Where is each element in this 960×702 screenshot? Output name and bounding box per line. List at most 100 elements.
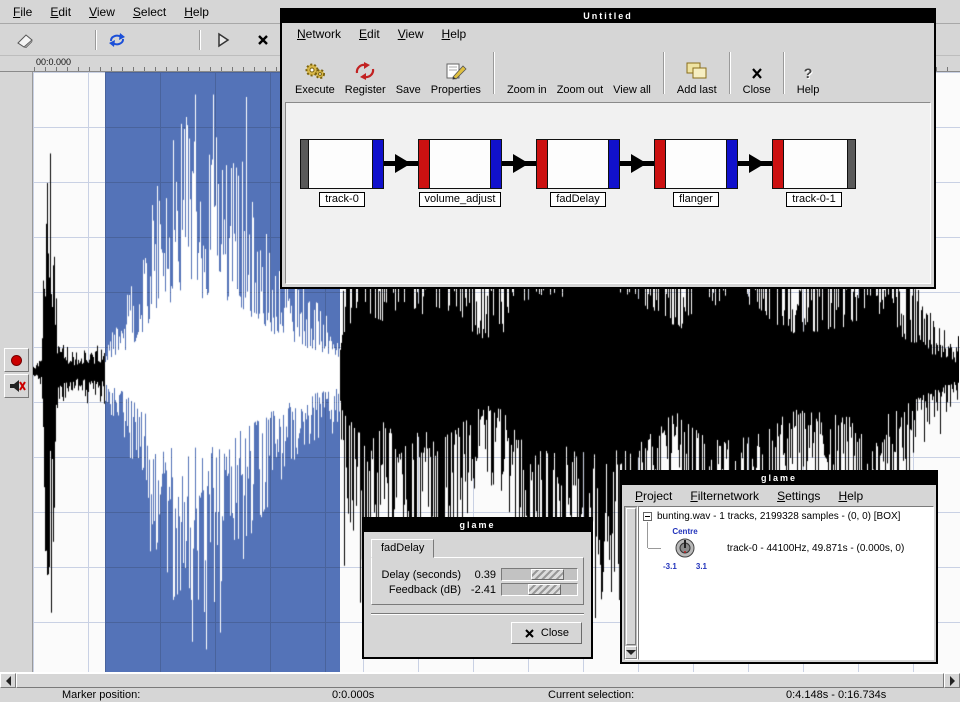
menu-network[interactable]: Network: [288, 24, 350, 44]
collapse-icon[interactable]: [643, 512, 652, 521]
zoom-in-button[interactable]: Zoom in: [507, 84, 547, 96]
marker-position-label: Marker position:: [62, 688, 140, 702]
feedback-label: Feedback (dB): [377, 584, 461, 596]
param-row-delay: Delay (seconds) 0.39: [377, 568, 578, 581]
node-body: [665, 140, 727, 188]
filter-node-label: track-0-1: [786, 192, 841, 207]
window-titlebar[interactable]: Untitled: [282, 10, 934, 23]
tree-line: [647, 522, 648, 548]
register-button[interactable]: Register: [345, 61, 386, 96]
filter-node[interactable]: track-0-1: [772, 139, 856, 207]
connection-arrow: [738, 139, 772, 189]
filter-node-label: track-0: [319, 192, 365, 207]
network-menubar: Network Edit View Help: [282, 23, 934, 44]
close-button[interactable]: Close: [511, 622, 582, 644]
menu-help[interactable]: Help: [433, 24, 476, 44]
glame-menubar: Project Filternetwork Settings Help: [622, 485, 936, 506]
feedback-slider[interactable]: [501, 583, 578, 596]
pencil-icon: [444, 61, 468, 81]
dialog-actions: Close: [371, 622, 584, 644]
menu-filternetwork[interactable]: Filternetwork: [681, 486, 768, 506]
menu-help[interactable]: Help: [175, 2, 218, 22]
slider-thumb[interactable]: [531, 569, 564, 580]
help-button[interactable]: ? Help: [797, 61, 820, 96]
play-icon[interactable]: [210, 27, 236, 52]
node-body: [429, 140, 491, 188]
menu-help[interactable]: Help: [829, 486, 872, 506]
connection-arrow: [384, 139, 418, 189]
horizontal-scrollbar: [0, 672, 960, 688]
menu-settings[interactable]: Settings: [768, 486, 829, 506]
toolbar-separator: [783, 52, 785, 94]
node-body: [547, 140, 609, 188]
node-body: [783, 140, 848, 188]
filter-node[interactable]: fadDelay: [536, 139, 620, 207]
refresh-icon[interactable]: [104, 27, 130, 52]
input-port: [537, 140, 547, 188]
view-all-button[interactable]: View all: [613, 84, 651, 96]
filter-node-label: volume_adjust: [419, 192, 502, 207]
knob-icon[interactable]: [674, 537, 696, 559]
menu-edit[interactable]: Edit: [350, 24, 389, 44]
filter-node[interactable]: volume_adjust: [418, 139, 502, 207]
project-tree-area: bunting.wav - 1 tracks, 2199328 samples …: [624, 506, 934, 660]
mute-button[interactable]: [4, 374, 29, 398]
close-icon: [750, 61, 764, 81]
gears-icon: [303, 61, 327, 81]
window-titlebar[interactable]: glame: [622, 472, 936, 485]
knob-label: Centre: [661, 527, 709, 537]
vertical-scrollbar: [624, 506, 638, 660]
toolbar-separator: [95, 30, 97, 50]
menu-view[interactable]: View: [389, 24, 433, 44]
window-titlebar[interactable]: glame: [364, 519, 591, 532]
scrollbar-thumb[interactable]: [16, 673, 944, 688]
slider-thumb[interactable]: [528, 584, 561, 595]
dialog-body: fadDelay Delay (seconds) 0.39 Feedback (…: [364, 532, 591, 657]
menu-edit[interactable]: Edit: [41, 2, 80, 22]
eraser-icon[interactable]: [12, 27, 38, 52]
execute-button[interactable]: Execute: [295, 61, 335, 96]
menu-file[interactable]: File: [4, 2, 41, 22]
filter-node-label: fadDelay: [550, 192, 605, 207]
save-button[interactable]: Save: [396, 84, 421, 96]
add-last-button[interactable]: Add last: [677, 61, 717, 96]
menu-view[interactable]: View: [80, 2, 124, 22]
toolbar-separator: [493, 52, 495, 94]
glame-wave-editor: File Edit View Select Help 00:0.000: [0, 0, 960, 702]
close-icon[interactable]: [250, 27, 276, 52]
tab-faddelay[interactable]: fadDelay: [371, 539, 434, 558]
filternetwork-window: Untitled Network Edit View Help Execute …: [280, 8, 936, 289]
tree-item-project[interactable]: bunting.wav - 1 tracks, 2199328 samples …: [643, 511, 900, 522]
status-bar: Marker position: 0:0.000s Current select…: [0, 688, 960, 702]
close-button[interactable]: Close: [743, 61, 771, 96]
scrollbar-thumb[interactable]: [626, 508, 636, 645]
connection-arrow: [502, 139, 536, 189]
filternetwork-canvas[interactable]: track-0 volume_adjust fadDelay flanger track…: [285, 102, 931, 284]
scroll-left-icon[interactable]: [0, 673, 16, 688]
separator: [371, 613, 584, 615]
filter-node-row: track-0 volume_adjust fadDelay flanger track…: [300, 139, 856, 207]
mute-icon: [8, 378, 26, 394]
filter-node[interactable]: flanger: [654, 139, 738, 207]
current-selection-label: Current selection:: [548, 688, 634, 702]
project-tree: bunting.wav - 1 tracks, 2199328 samples …: [638, 506, 934, 660]
filter-node[interactable]: track-0: [300, 139, 384, 207]
track-side-panel: [0, 72, 33, 672]
menu-project[interactable]: Project: [626, 486, 681, 506]
properties-button[interactable]: Properties: [431, 61, 481, 96]
knob-min: -3.1: [663, 562, 677, 571]
zoom-out-button[interactable]: Zoom out: [557, 84, 603, 96]
input-port: [655, 140, 665, 188]
record-button[interactable]: [4, 348, 29, 372]
current-selection-value: 0:4.148s - 0:16.734s: [786, 688, 886, 702]
tree-item-track[interactable]: track-0 - 44100Hz, 49.871s - (0.000s, 0): [727, 543, 904, 554]
delay-label: Delay (seconds): [377, 569, 461, 581]
gain-knob[interactable]: Centre -3.1 3.1: [661, 527, 709, 571]
scroll-down-icon[interactable]: [625, 646, 637, 659]
scroll-right-icon[interactable]: [944, 673, 960, 688]
faddelay-properties-dialog: glame fadDelay Delay (seconds) 0.39 Feed…: [362, 517, 593, 659]
delay-slider[interactable]: [501, 568, 578, 581]
network-toolbar: Execute Register Save Properties Zoom in…: [282, 44, 934, 102]
register-icon: [354, 61, 376, 81]
menu-select[interactable]: Select: [124, 2, 175, 22]
